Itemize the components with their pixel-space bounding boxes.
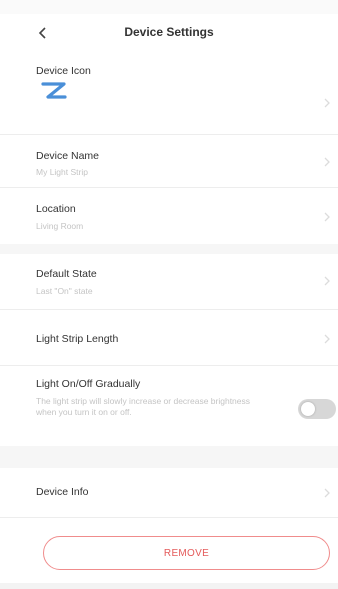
- remove-button[interactable]: REMOVE: [43, 536, 330, 570]
- default-state-label: Default State: [36, 268, 97, 280]
- chevron-right-icon: [324, 157, 330, 167]
- section-divider: [0, 244, 338, 254]
- chevron-right-icon: [324, 488, 330, 498]
- gradual-description: The light strip will slowly increase or …: [36, 396, 251, 417]
- device-info-row[interactable]: Device Info: [0, 468, 338, 518]
- device-icon-row[interactable]: Device Icon: [0, 54, 338, 135]
- chevron-right-icon: [324, 334, 330, 344]
- device-name-row[interactable]: Device Name My Light Strip: [0, 135, 338, 188]
- section-divider: [0, 446, 338, 468]
- location-value: Living Room: [36, 221, 84, 231]
- chevron-right-icon: [324, 276, 330, 286]
- toggle-knob: [301, 402, 315, 416]
- device-icon-label: Device Icon: [36, 65, 91, 77]
- status-bar: [0, 0, 338, 14]
- light-strip-length-row[interactable]: Light Strip Length: [0, 310, 338, 366]
- light-strip-length-label: Light Strip Length: [36, 333, 119, 345]
- location-row[interactable]: Location Living Room: [0, 188, 338, 244]
- bottom-bar: [0, 583, 338, 589]
- gradual-toggle[interactable]: [298, 399, 336, 419]
- header: Device Settings: [0, 14, 338, 54]
- location-label: Location: [36, 203, 76, 215]
- gradual-row: Light On/Off Gradually The light strip w…: [0, 366, 338, 446]
- chevron-right-icon: [324, 212, 330, 222]
- gradual-label: Light On/Off Gradually: [36, 378, 141, 390]
- device-info-label: Device Info: [36, 486, 89, 498]
- device-name-label: Device Name: [36, 150, 100, 162]
- default-state-value: Last "On" state: [36, 286, 93, 296]
- light-strip-icon: [41, 82, 67, 99]
- default-state-row[interactable]: Default State Last "On" state: [0, 254, 338, 310]
- chevron-right-icon: [324, 98, 330, 108]
- device-name-value: My Light Strip: [36, 167, 88, 177]
- page-title: Device Settings: [124, 25, 214, 39]
